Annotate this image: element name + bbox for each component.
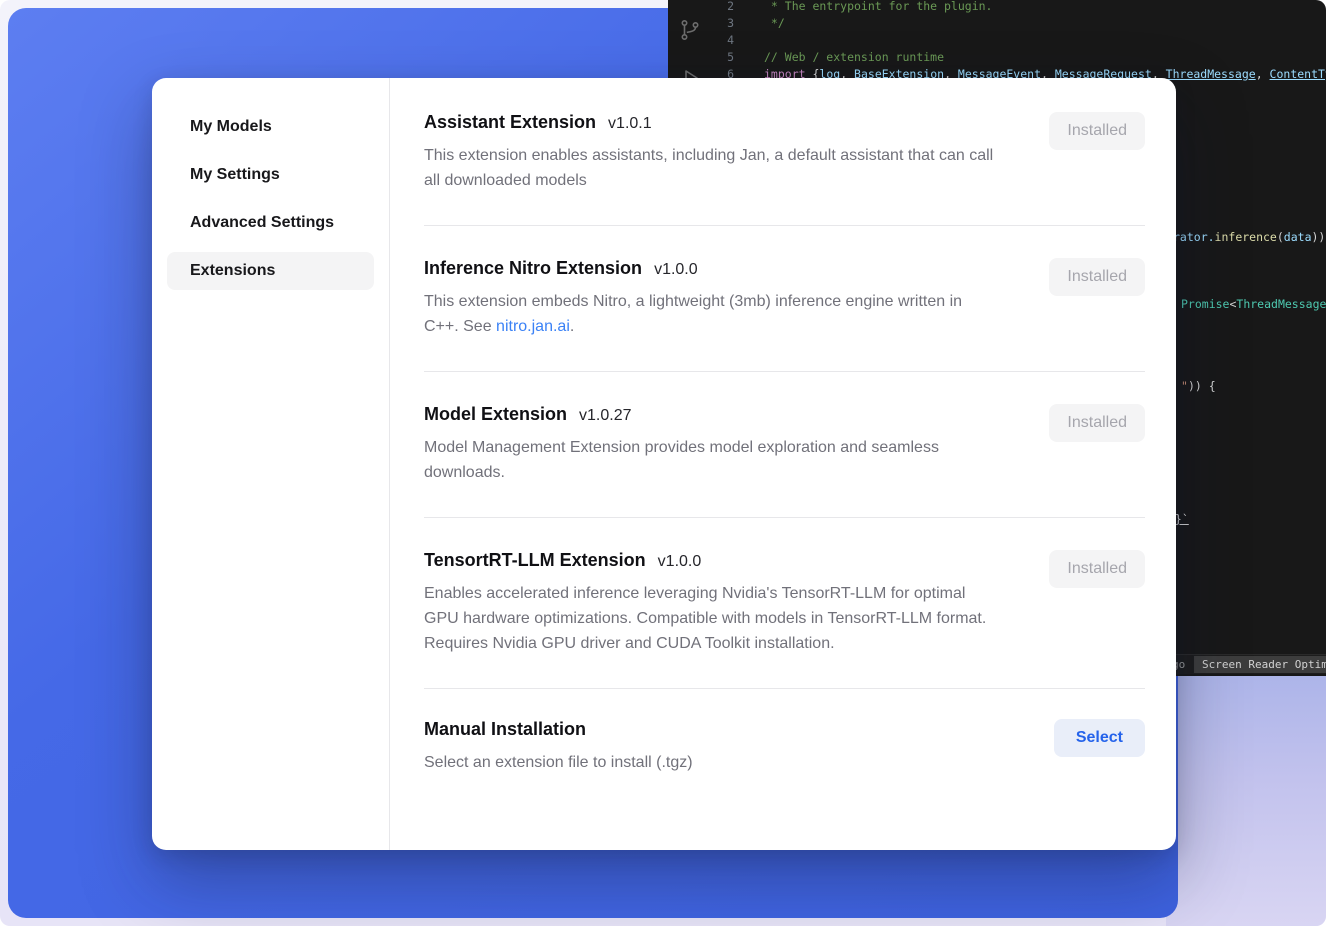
sidebar-item-advanced-settings[interactable]: Advanced Settings	[167, 204, 374, 242]
extension-title: TensortRT-LLM Extension v1.0.0	[424, 550, 999, 571]
code-line: 3 */	[708, 15, 1326, 32]
description-text: .	[570, 318, 574, 335]
nitro-jan-ai-link[interactable]: nitro.jan.ai	[496, 318, 570, 335]
extension-name: Model Extension	[424, 404, 567, 425]
code-fragment: rator.inference(data));	[1173, 229, 1326, 245]
extension-version: v1.0.27	[579, 407, 631, 425]
select-file-button[interactable]: Select	[1054, 719, 1145, 757]
manual-installation-description: Select an extension file to install (.tg…	[424, 750, 693, 775]
desktop-background: 2 * The entrypoint for the plugin. 3 */ …	[0, 0, 1326, 926]
screen-reader-status: Screen Reader Optimized	[1194, 656, 1326, 673]
line-number: 5	[708, 49, 734, 66]
extension-row-assistant: Assistant Extension v1.0.1 This extensio…	[424, 78, 1145, 226]
extension-description: This extension enables assistants, inclu…	[424, 143, 999, 193]
source-control-icon[interactable]	[678, 18, 702, 42]
extension-version: v1.0.1	[608, 115, 652, 133]
code-text: */	[734, 15, 785, 32]
extension-description: Model Management Extension provides mode…	[424, 435, 999, 485]
extension-name: Inference Nitro Extension	[424, 258, 642, 279]
line-number: 3	[708, 15, 734, 32]
extension-row-model: Model Extension v1.0.27 Model Management…	[424, 372, 1145, 518]
installed-button[interactable]: Installed	[1049, 112, 1145, 150]
settings-sidebar: My Models My Settings Advanced Settings …	[152, 78, 390, 850]
manual-installation-row: Manual Installation Select an extension …	[424, 689, 1145, 807]
code-line: 4	[708, 32, 1326, 49]
code-fragment: Promise<ThreadMessage>	[1181, 296, 1326, 312]
extension-version: v1.0.0	[658, 553, 702, 571]
extension-info: Manual Installation Select an extension …	[424, 719, 693, 775]
installed-button[interactable]: Installed	[1049, 404, 1145, 442]
line-number: 2	[708, 0, 734, 15]
code-fragment: ")) {	[1181, 378, 1216, 394]
code-text: * The entrypoint for the plugin.	[734, 0, 992, 15]
installed-button[interactable]: Installed	[1049, 550, 1145, 588]
installed-button[interactable]: Installed	[1049, 258, 1145, 296]
extension-description: This extension embeds Nitro, a lightweig…	[424, 289, 999, 339]
extension-name: Assistant Extension	[424, 112, 596, 133]
sidebar-item-my-settings[interactable]: My Settings	[167, 156, 374, 194]
manual-installation-title: Manual Installation	[424, 719, 586, 740]
extension-row-inference-nitro: Inference Nitro Extension v1.0.0 This ex…	[424, 226, 1145, 372]
code-text	[734, 32, 764, 49]
extension-info: TensortRT-LLM Extension v1.0.0 Enables a…	[424, 550, 999, 656]
extension-title: Inference Nitro Extension v1.0.0	[424, 258, 999, 279]
extension-name: TensortRT-LLM Extension	[424, 550, 646, 571]
extension-title: Manual Installation	[424, 719, 693, 740]
extension-title: Assistant Extension v1.0.1	[424, 112, 999, 133]
extension-description: Enables accelerated inference leveraging…	[424, 581, 999, 656]
code-line: 5 // Web / extension runtime	[708, 49, 1326, 66]
sidebar-item-my-models[interactable]: My Models	[167, 108, 374, 146]
code-line: 2 * The entrypoint for the plugin.	[708, 0, 1326, 15]
extension-title: Model Extension v1.0.27	[424, 404, 999, 425]
line-number: 4	[708, 32, 734, 49]
extension-info: Inference Nitro Extension v1.0.0 This ex…	[424, 258, 999, 339]
code-text: // Web / extension runtime	[734, 49, 944, 66]
settings-modal: My Models My Settings Advanced Settings …	[152, 78, 1176, 850]
sidebar-item-extensions[interactable]: Extensions	[167, 252, 374, 290]
extension-row-tensorrt-llm: TensortRT-LLM Extension v1.0.0 Enables a…	[424, 518, 1145, 689]
editor-code-area: 2 * The entrypoint for the plugin. 3 */ …	[708, 0, 1326, 83]
extension-info: Assistant Extension v1.0.1 This extensio…	[424, 112, 999, 193]
extension-info: Model Extension v1.0.27 Model Management…	[424, 404, 999, 485]
extension-version: v1.0.0	[654, 261, 698, 279]
extensions-panel: Assistant Extension v1.0.1 This extensio…	[390, 78, 1176, 850]
